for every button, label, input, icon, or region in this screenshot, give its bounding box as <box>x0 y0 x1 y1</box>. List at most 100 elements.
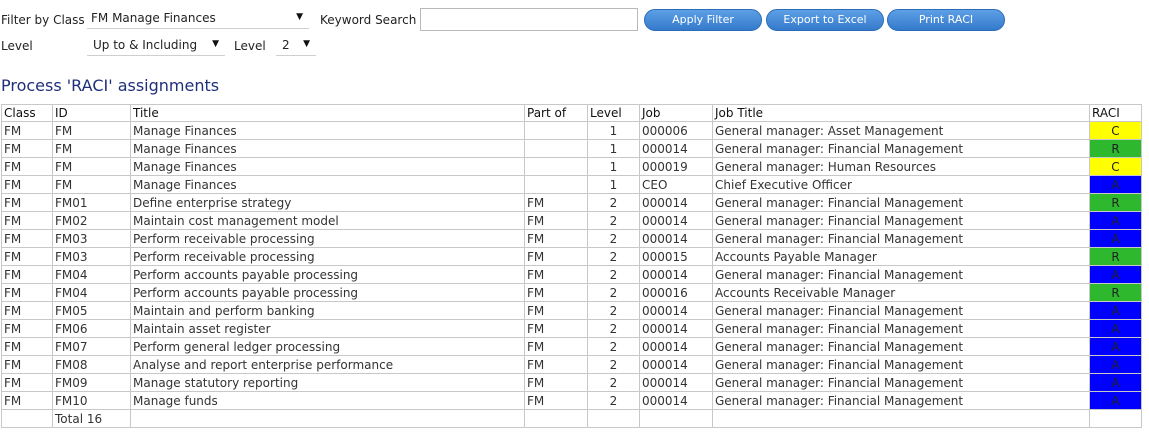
cell-class: FM <box>1 175 53 194</box>
cell-raci: A <box>1089 373 1142 392</box>
cell-part-of <box>524 139 588 158</box>
cell-id: FM <box>52 121 131 140</box>
cell-level: 2 <box>587 373 640 392</box>
cell-id: FM07 <box>52 337 131 356</box>
level-value: 2 <box>282 38 290 52</box>
level-mode-select[interactable]: Up to & Including ▼ <box>87 36 225 56</box>
cell-part-of: FM <box>524 193 588 212</box>
cell-part-of <box>524 121 588 140</box>
cell-level: 2 <box>587 355 640 374</box>
cell-job: CEO <box>639 175 713 194</box>
cell-part-of: FM <box>524 247 588 266</box>
cell-id: FM03 <box>52 247 131 266</box>
header-raci: RACI <box>1089 104 1142 122</box>
cell-job: 000014 <box>639 355 713 374</box>
cell-class: FM <box>1 247 53 266</box>
cell-raci: C <box>1089 121 1142 140</box>
cell-title: Manage statutory reporting <box>130 373 525 392</box>
cell-raci: A <box>1089 211 1142 230</box>
table-row[interactable]: FM FM03 Perform receivable processing FM 2 00… <box>1 247 1142 266</box>
cell-class: FM <box>1 193 53 212</box>
class-filter-label: Filter by Class <box>1 13 85 27</box>
cell-part-of: FM <box>524 373 588 392</box>
header-class: Class <box>1 104 53 122</box>
cell-raci: A <box>1089 391 1142 410</box>
table-row[interactable]: FM FM04 Perform accounts payable processin… <box>1 265 1142 284</box>
cell-job-title: General manager: Financial Management <box>712 193 1090 212</box>
total-cell-blank <box>524 409 588 428</box>
dropdown-arrow-icon: ▼ <box>296 12 303 22</box>
cell-title: Manage Finances <box>130 175 525 194</box>
cell-title: Perform receivable processing <box>130 247 525 266</box>
header-title: Title <box>130 104 525 122</box>
apply-filter-button[interactable]: Apply Filter <box>644 9 762 31</box>
export-to-excel-button[interactable]: Export to Excel <box>766 9 884 31</box>
cell-job: 000006 <box>639 121 713 140</box>
header-part-of: Part of <box>524 104 588 122</box>
cell-level: 2 <box>587 229 640 248</box>
cell-job-title: General manager: Financial Management <box>712 265 1090 284</box>
total-cell-blank <box>587 409 640 428</box>
page-title: Process 'RACI' assignments <box>1 76 220 95</box>
table-row[interactable]: FM FM04 Perform accounts payable processin… <box>1 283 1142 302</box>
cell-part-of: FM <box>524 211 588 230</box>
cell-job-title: General manager: Financial Management <box>712 373 1090 392</box>
table-row[interactable]: FM FM10 Manage funds FM 2 000014 General manag… <box>1 391 1142 410</box>
cell-job-title: General manager: Financial Management <box>712 139 1090 158</box>
cell-job-title: General manager: Financial Management <box>712 337 1090 356</box>
cell-raci: C <box>1089 157 1142 176</box>
cell-title: Manage Finances <box>130 121 525 140</box>
cell-job-title: General manager: Asset Management <box>712 121 1090 140</box>
keyword-search-label: Keyword Search <box>320 13 417 27</box>
header-job: Job <box>639 104 713 122</box>
cell-raci: R <box>1089 193 1142 212</box>
table-row[interactable]: FM FM07 Perform general ledger processing F… <box>1 337 1142 356</box>
cell-job-title: General manager: Financial Management <box>712 391 1090 410</box>
cell-job: 000014 <box>639 229 713 248</box>
total-cell-blank <box>639 409 713 428</box>
cell-part-of <box>524 175 588 194</box>
header-job-title: Job Title <box>712 104 1090 122</box>
cell-id: FM03 <box>52 229 131 248</box>
cell-title: Maintain cost management model <box>130 211 525 230</box>
cell-part-of: FM <box>524 283 588 302</box>
table-row[interactable]: FM FM06 Maintain asset register FM 2 000014 Ge… <box>1 319 1142 338</box>
cell-title: Perform general ledger processing <box>130 337 525 356</box>
cell-class: FM <box>1 265 53 284</box>
cell-part-of <box>524 157 588 176</box>
print-raci-button[interactable]: Print RACI <box>887 9 1005 31</box>
cell-title: Maintain and perform banking <box>130 301 525 320</box>
table-row[interactable]: FM FM03 Perform receivable processing FM 2 00… <box>1 229 1142 248</box>
class-filter-select[interactable]: FM Manage Finances ▼ <box>87 9 309 29</box>
table-row[interactable]: FM FM Manage Finances 1 CEO Chief Executive O… <box>1 175 1142 194</box>
cell-title: Perform accounts payable processing <box>130 265 525 284</box>
cell-title: Define enterprise strategy <box>130 193 525 212</box>
class-filter-value: FM Manage Finances <box>91 11 216 25</box>
table-row[interactable]: FM FM Manage Finances 1 000006 General manage… <box>1 121 1142 140</box>
level-mode-value: Up to & Including <box>93 38 198 52</box>
table-row[interactable]: FM FM02 Maintain cost management model FM 2 0… <box>1 211 1142 230</box>
cell-job: 000014 <box>639 301 713 320</box>
table-row[interactable]: FM FM Manage Finances 1 000014 General manage… <box>1 139 1142 158</box>
level-value-select[interactable]: 2 ▼ <box>276 36 316 56</box>
cell-level: 2 <box>587 319 640 338</box>
cell-class: FM <box>1 229 53 248</box>
table-row[interactable]: FM FM05 Maintain and perform banking FM 2 000… <box>1 301 1142 320</box>
table-row[interactable]: FM FM Manage Finances 1 000019 General manage… <box>1 157 1142 176</box>
raci-table: Class ID Title Part of Level Job Job Tit… <box>1 104 1142 428</box>
keyword-search-input[interactable] <box>420 8 638 31</box>
table-row[interactable]: FM FM01 Define enterprise strategy FM 2 00001… <box>1 193 1142 212</box>
cell-level: 2 <box>587 247 640 266</box>
table-row[interactable]: FM FM08 Analyse and report enterprise perf… <box>1 355 1142 374</box>
cell-id: FM08 <box>52 355 131 374</box>
cell-class: FM <box>1 373 53 392</box>
cell-part-of: FM <box>524 319 588 338</box>
cell-part-of: FM <box>524 391 588 410</box>
cell-job: 000014 <box>639 265 713 284</box>
cell-class: FM <box>1 391 53 410</box>
cell-raci: A <box>1089 355 1142 374</box>
cell-job: 000014 <box>639 391 713 410</box>
cell-id: FM <box>52 157 131 176</box>
table-row[interactable]: FM FM09 Manage statutory reporting FM 2 00001… <box>1 373 1142 392</box>
cell-raci: A <box>1089 319 1142 338</box>
